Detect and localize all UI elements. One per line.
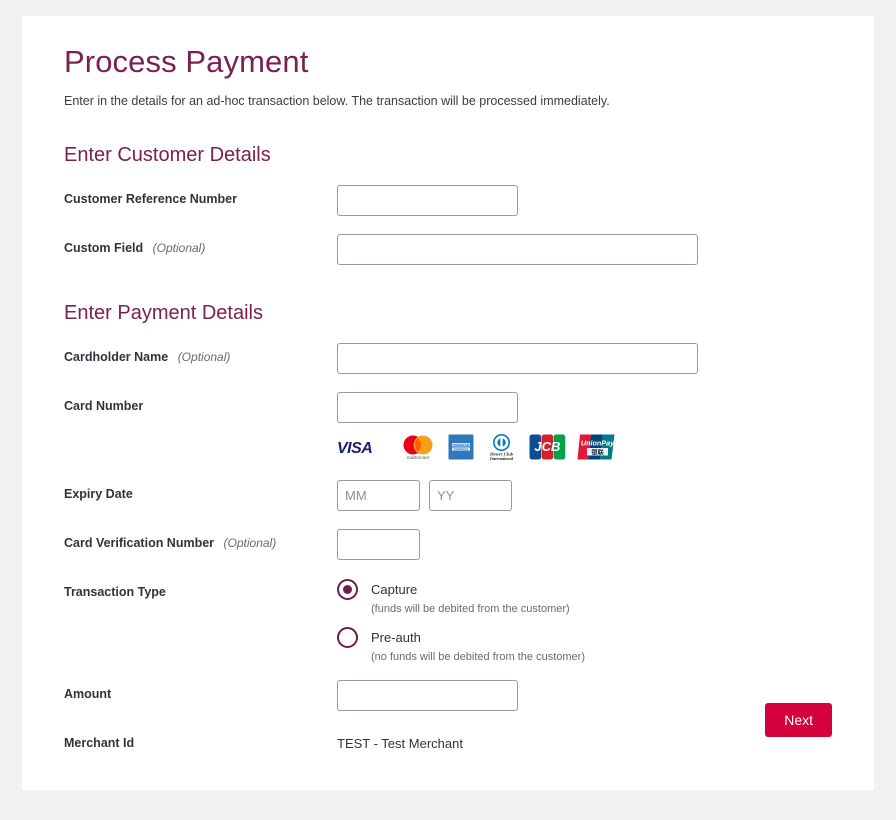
- expiry-month-input[interactable]: [337, 480, 420, 511]
- amount-input[interactable]: [337, 680, 518, 711]
- expiry-year-input[interactable]: [429, 480, 512, 511]
- optional-tag: (Optional): [152, 241, 206, 255]
- accepted-card-brands: VISA mastercard AMERICAN EXPRESS Diners …: [337, 433, 832, 461]
- payment-form-card: Process Payment Enter in the details for…: [22, 16, 874, 790]
- svg-text:International: International: [489, 456, 514, 461]
- radio-pre-auth-label: Pre-auth: [371, 630, 421, 645]
- visa-logo: VISA: [337, 440, 373, 456]
- card-verification-number-input[interactable]: [337, 529, 420, 560]
- radio-capture-label: Capture: [371, 582, 418, 597]
- svg-text:银联: 银联: [591, 448, 604, 456]
- label-text: Transaction Type: [64, 585, 166, 599]
- label-text: Card Number: [64, 399, 144, 413]
- custom-field-input[interactable]: [337, 234, 698, 265]
- optional-tag: (Optional): [223, 536, 277, 550]
- row-customer-reference-number: Customer Reference Number: [64, 185, 832, 217]
- optional-tag: (Optional): [177, 350, 231, 364]
- transaction-type-radio-group: Capture (funds will be debited from the …: [337, 578, 832, 663]
- label-card-number: Card Number: [64, 392, 337, 413]
- svg-text:UnionPay: UnionPay: [581, 439, 615, 448]
- svg-text:mastercard: mastercard: [407, 455, 430, 460]
- unionpay-logo: UnionPay 银联: [577, 434, 615, 460]
- cardholder-name-input[interactable]: [337, 343, 698, 374]
- label-text: Card Verification Number: [64, 536, 215, 550]
- radio-option-capture[interactable]: Capture: [337, 579, 832, 600]
- row-expiry-date: Expiry Date: [64, 480, 832, 512]
- customer-reference-number-input[interactable]: [337, 185, 518, 216]
- row-amount: Amount: [64, 680, 832, 712]
- row-cardholder-name: Cardholder Name (Optional): [64, 343, 832, 375]
- amex-logo: AMERICAN EXPRESS: [448, 434, 474, 460]
- section-heading-payment: Enter Payment Details: [64, 302, 263, 324]
- label-text: Custom Field: [64, 241, 144, 255]
- row-merchant-id: Merchant Id TEST - Test Merchant: [64, 729, 832, 761]
- radio-capture-hint: (funds will be debited from the customer…: [371, 603, 570, 615]
- label-merchant-id: Merchant Id: [64, 729, 337, 750]
- radio-capture-control[interactable]: [337, 579, 358, 600]
- expiry-date-group: [337, 480, 832, 511]
- page-subtitle: Enter in the details for an ad-hoc trans…: [64, 94, 610, 108]
- svg-text:JCB: JCB: [534, 439, 560, 454]
- card-number-input[interactable]: [337, 392, 518, 423]
- label-customer-reference-number: Customer Reference Number: [64, 185, 337, 206]
- row-card-number: Card Number VISA mastercard AMERICAN EXP…: [64, 392, 832, 463]
- label-cardholder-name: Cardholder Name (Optional): [64, 343, 337, 364]
- diners-club-logo: Diners Club International: [489, 434, 514, 461]
- radio-pre-auth-control[interactable]: [337, 627, 358, 648]
- row-custom-field: Custom Field (Optional): [64, 234, 832, 266]
- svg-text:EXPRESS: EXPRESS: [454, 447, 468, 451]
- label-card-verification-number: Card Verification Number (Optional): [64, 529, 337, 550]
- page-title: Process Payment: [64, 44, 309, 79]
- label-text: Cardholder Name: [64, 350, 169, 364]
- radio-pre-auth-hint: (no funds will be debited from the custo…: [371, 651, 585, 663]
- label-text: Merchant Id: [64, 736, 135, 750]
- label-custom-field: Custom Field (Optional): [64, 234, 337, 255]
- mastercard-logo: mastercard: [403, 435, 433, 460]
- label-expiry-date: Expiry Date: [64, 480, 337, 501]
- row-card-verification-number: Card Verification Number (Optional): [64, 529, 832, 561]
- label-text: Expiry Date: [64, 487, 133, 501]
- label-amount: Amount: [64, 680, 337, 701]
- svg-text:VISA: VISA: [337, 440, 372, 456]
- label-transaction-type: Transaction Type: [64, 578, 337, 599]
- merchant-id-value: TEST - Test Merchant: [337, 736, 463, 751]
- svg-text:AMERICAN: AMERICAN: [453, 443, 469, 447]
- label-text: Customer Reference Number: [64, 192, 237, 206]
- radio-option-pre-auth[interactable]: Pre-auth: [337, 627, 832, 648]
- row-transaction-type: Transaction Type Capture (funds will be …: [64, 578, 832, 663]
- label-text: Amount: [64, 687, 112, 701]
- jcb-logo: JCB: [529, 434, 566, 460]
- next-button[interactable]: Next: [765, 703, 832, 737]
- section-heading-customer: Enter Customer Details: [64, 144, 271, 166]
